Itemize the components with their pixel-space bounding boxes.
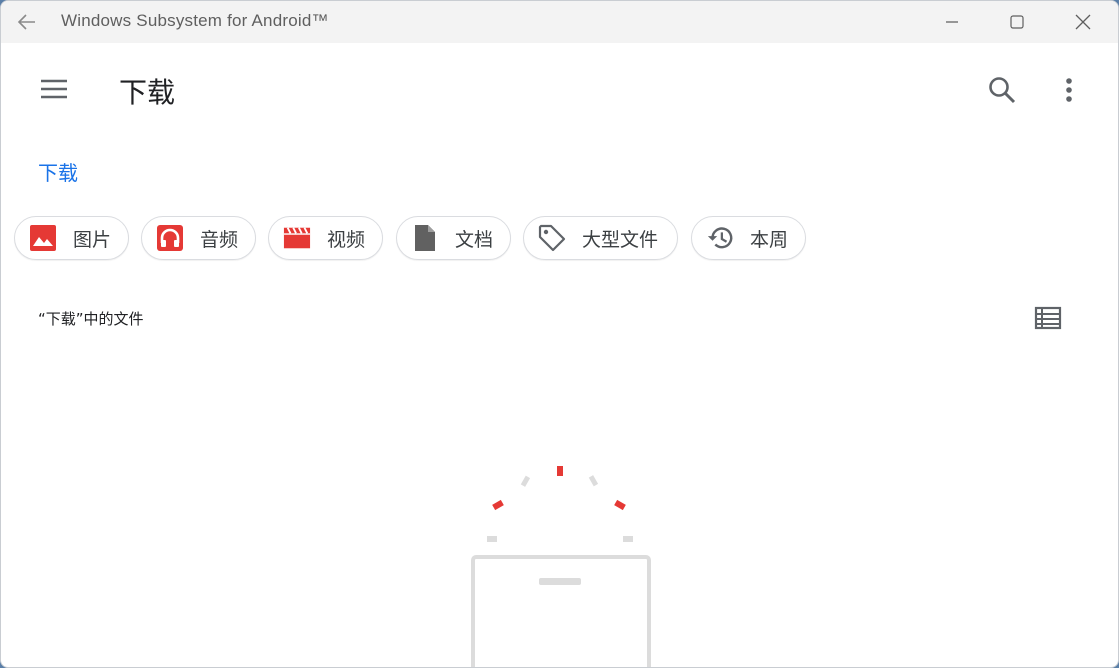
minimize-icon	[945, 15, 959, 29]
page-title: 下载	[119, 71, 175, 111]
search-icon[interactable]	[985, 73, 1019, 107]
chip-documents[interactable]: 文档	[396, 216, 511, 260]
breadcrumb[interactable]: 下载	[38, 157, 78, 186]
document-icon	[411, 224, 439, 252]
window-title: Windows Subsystem for Android™	[61, 11, 329, 31]
image-icon	[29, 224, 57, 252]
chip-label: 音频	[200, 225, 238, 252]
chip-label: 图片	[73, 225, 111, 252]
history-icon	[706, 224, 734, 252]
close-icon	[1075, 14, 1091, 30]
chip-label: 本周	[750, 225, 788, 252]
back-arrow-icon[interactable]	[16, 11, 38, 33]
minimize-button[interactable]	[919, 1, 985, 43]
maximize-button[interactable]	[984, 1, 1050, 43]
empty-state-illustration	[471, 456, 661, 668]
section-title: “下载”中的文件	[38, 308, 144, 329]
more-options-icon[interactable]	[1057, 73, 1081, 107]
headphones-icon	[156, 224, 184, 252]
chip-label: 文档	[455, 225, 493, 252]
app-window: Windows Subsystem for Android™ 下载	[0, 0, 1119, 668]
title-bar: Windows Subsystem for Android™	[1, 1, 1118, 43]
maximize-icon	[1010, 15, 1024, 29]
app-bar: 下载	[1, 43, 1118, 137]
list-view-icon[interactable]	[1034, 305, 1062, 331]
chip-this-week[interactable]: 本周	[691, 216, 806, 260]
chip-label: 视频	[327, 225, 365, 252]
chip-label: 大型文件	[582, 225, 658, 252]
tag-icon	[538, 224, 566, 252]
close-button[interactable]	[1050, 1, 1116, 43]
chip-large-files[interactable]: 大型文件	[523, 216, 678, 260]
menu-icon[interactable]	[39, 77, 69, 101]
chip-audio[interactable]: 音频	[141, 216, 256, 260]
chip-video[interactable]: 视频	[268, 216, 383, 260]
chip-images[interactable]: 图片	[14, 216, 129, 260]
movie-icon	[283, 224, 311, 252]
